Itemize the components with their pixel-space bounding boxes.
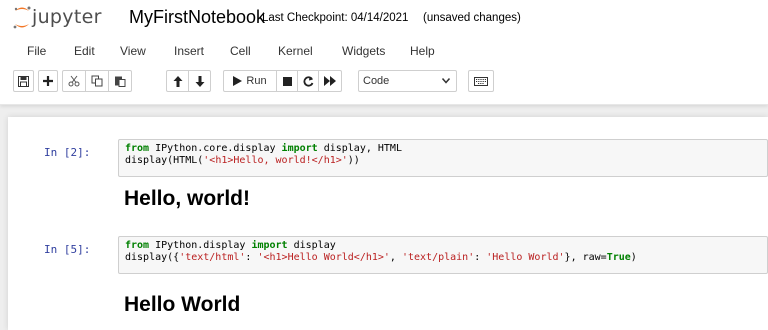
code-token: 'text/html'	[179, 252, 246, 263]
menu-widgets[interactable]: Widgets	[342, 44, 385, 58]
autosave-status: (unsaved changes)	[423, 12, 521, 24]
menu-help[interactable]: Help	[410, 44, 435, 58]
menu-insert[interactable]: Insert	[174, 44, 204, 58]
code-token: '<h1>Hello, world!</h1>'	[203, 155, 348, 166]
restart-run-all-button[interactable]	[318, 70, 342, 92]
code-token: display, HTML	[317, 143, 402, 154]
code-line: from IPython.display import display	[125, 240, 761, 252]
run-button[interactable]: Run	[223, 70, 277, 92]
toolbar: Run Code	[13, 70, 768, 94]
menu-kernel[interactable]: Kernel	[278, 44, 313, 58]
code-input[interactable]: from IPython.display import display displ…	[118, 236, 768, 274]
code-token: :	[245, 252, 258, 263]
notebook-header: jupyter MyFirstNotebook Last Checkpoint:…	[0, 0, 768, 105]
scissors-icon	[68, 75, 80, 87]
command-palette-button[interactable]	[468, 70, 494, 92]
arrow-up-icon	[173, 75, 182, 87]
code-token: import	[281, 143, 318, 154]
code-line: from IPython.core.display import display…	[125, 143, 761, 155]
plus-icon	[43, 76, 53, 86]
fast-forward-icon	[324, 76, 336, 86]
notebook-container: In [2]: from IPython.core.display import…	[8, 117, 768, 330]
cell-prompt: In [2]:	[44, 146, 91, 159]
copy-button[interactable]	[85, 70, 109, 92]
restart-kernel-button[interactable]	[297, 70, 319, 92]
code-token: from	[125, 240, 150, 251]
cell-output-heading: Hello, world!	[124, 187, 250, 210]
code-token: IPython.core.display	[149, 143, 282, 154]
menu-cell[interactable]: Cell	[230, 44, 251, 58]
arrow-down-icon	[195, 75, 204, 87]
code-token: :	[474, 252, 487, 263]
paste-button[interactable]	[108, 70, 132, 92]
code-token: IPython.display	[149, 240, 252, 251]
menu-view[interactable]: View	[120, 44, 146, 58]
title-row: jupyter MyFirstNotebook Last Checkpoint:…	[0, 0, 768, 36]
cell-output-heading: Hello World	[124, 293, 241, 316]
code-token: )	[630, 252, 637, 263]
cell-type-value: Code	[363, 75, 390, 87]
insert-cell-button[interactable]	[38, 70, 58, 92]
jupyter-logo[interactable]: jupyter	[12, 4, 122, 32]
code-token: }, raw=	[564, 252, 607, 263]
chevron-down-icon	[442, 78, 450, 84]
restart-icon	[303, 75, 313, 87]
play-icon	[233, 76, 243, 86]
stop-icon	[282, 76, 292, 86]
code-token: '<h1>Hello World</h1>'	[257, 252, 390, 263]
last-checkpoint: Last Checkpoint: 04/14/2021	[262, 12, 409, 24]
paste-icon	[115, 76, 126, 87]
code-token: 'Hello World'	[486, 252, 565, 263]
cut-button[interactable]	[62, 70, 86, 92]
menu-edit[interactable]: Edit	[74, 44, 95, 58]
interrupt-kernel-button[interactable]	[276, 70, 298, 92]
code-token: display({	[125, 252, 180, 263]
keyboard-icon	[474, 76, 488, 86]
code-token: display(HTML(	[125, 155, 204, 166]
code-line: display({'text/html': '<h1>Hello World</…	[125, 252, 761, 264]
code-token: from	[125, 143, 150, 154]
logo-text: jupyter	[32, 6, 102, 28]
save-button[interactable]	[13, 70, 34, 92]
save-icon	[18, 75, 29, 87]
code-token: 'text/plain'	[401, 252, 475, 263]
code-token: import	[251, 240, 288, 251]
copy-icon	[91, 75, 103, 87]
cell-type-select[interactable]: Code	[358, 70, 457, 92]
menu-file[interactable]: File	[27, 44, 46, 58]
code-line: display(HTML('<h1>Hello, world!</h1>'))	[125, 155, 761, 167]
code-token: True	[606, 252, 631, 263]
move-up-button[interactable]	[166, 70, 189, 92]
code-input[interactable]: from IPython.core.display import display…	[118, 139, 768, 177]
cell-prompt: In [5]:	[44, 243, 91, 256]
jupyter-logo-icon	[13, 6, 31, 29]
code-token: display	[287, 240, 336, 251]
run-label: Run	[246, 75, 267, 87]
code-token: ,	[389, 252, 402, 263]
code-token: ))	[347, 155, 360, 166]
move-down-button[interactable]	[188, 70, 211, 92]
notebook-name[interactable]: MyFirstNotebook	[129, 7, 265, 28]
